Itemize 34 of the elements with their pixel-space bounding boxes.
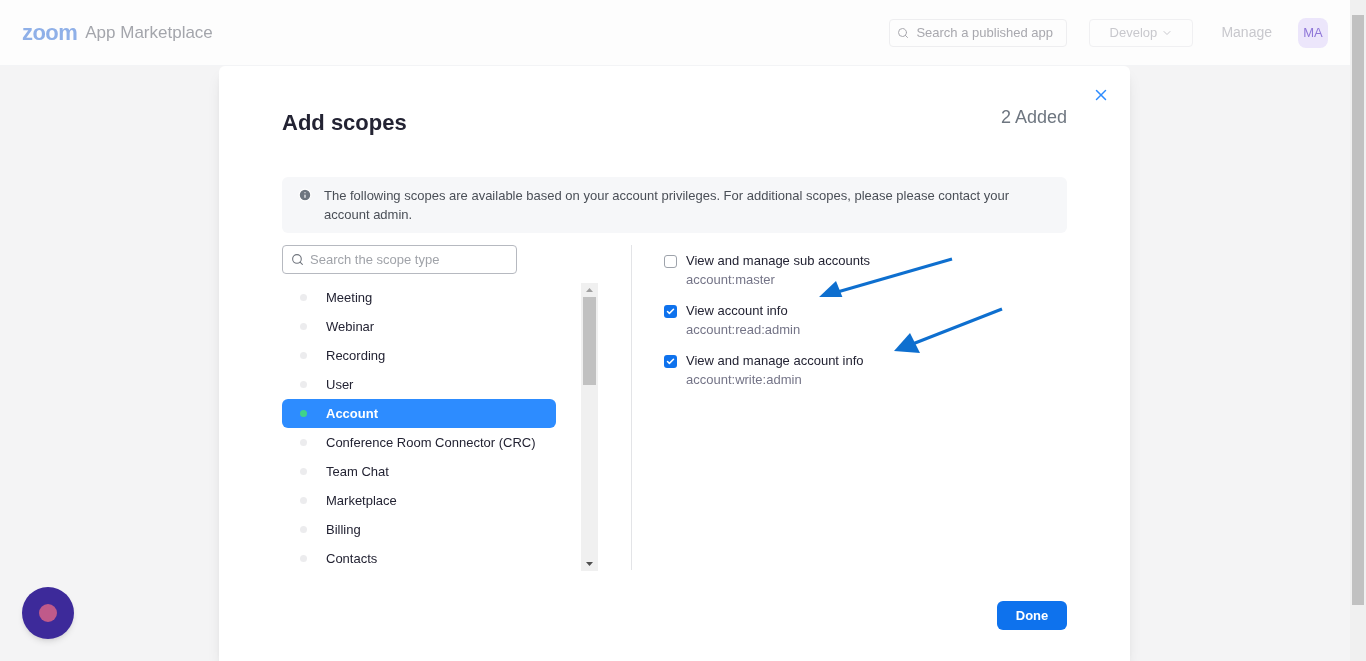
scope-label: View account info <box>686 302 789 320</box>
checkbox[interactable] <box>664 355 677 368</box>
scope-name: account:read:admin <box>686 321 801 339</box>
category-item[interactable]: Conference Room Connector (CRC) <box>282 428 556 457</box>
category-item[interactable]: User <box>282 370 556 399</box>
category-item[interactable]: Webinar <box>282 312 556 341</box>
scroll-down-icon[interactable] <box>586 562 593 566</box>
scope-label: View and manage sub accounts <box>686 252 871 270</box>
category-item[interactable]: Billing <box>282 515 556 544</box>
dialog-title: Add scopes <box>282 109 407 137</box>
category-item[interactable]: Meeting <box>282 283 556 312</box>
scrollbar-thumb[interactable] <box>583 297 596 385</box>
scope-search-field[interactable]: Search the scope type <box>282 245 517 274</box>
category-item[interactable]: Contacts <box>282 544 556 573</box>
search-icon <box>291 253 304 266</box>
scrollbar-thumb[interactable] <box>1352 15 1364 605</box>
scroll-up-icon[interactable] <box>586 288 593 292</box>
checkbox[interactable] <box>664 305 677 318</box>
category-item[interactable]: Team Chat <box>282 457 556 486</box>
scope-name: account:write:admin <box>686 371 803 389</box>
info-text: The following scopes are available based on your account privileges. For additional scopes, please please contact your account admin. <box>324 187 1011 224</box>
info-icon <box>298 188 312 202</box>
page-scrollbar[interactable] <box>1350 0 1366 661</box>
scope-name: account:master <box>686 271 776 289</box>
scope-label: View and manage account info <box>686 352 864 370</box>
added-count: 2 Added <box>1000 106 1067 129</box>
scrollbar[interactable] <box>581 283 598 571</box>
done-button[interactable]: Done <box>997 601 1067 630</box>
search-field[interactable]: Search a published app <box>889 18 1068 47</box>
app-title: App Marketplace <box>85 21 213 44</box>
category-item[interactable]: Marketplace <box>282 486 556 515</box>
checkbox[interactable] <box>664 255 677 268</box>
category-item[interactable]: Recording <box>282 341 556 370</box>
search-icon <box>897 26 910 39</box>
